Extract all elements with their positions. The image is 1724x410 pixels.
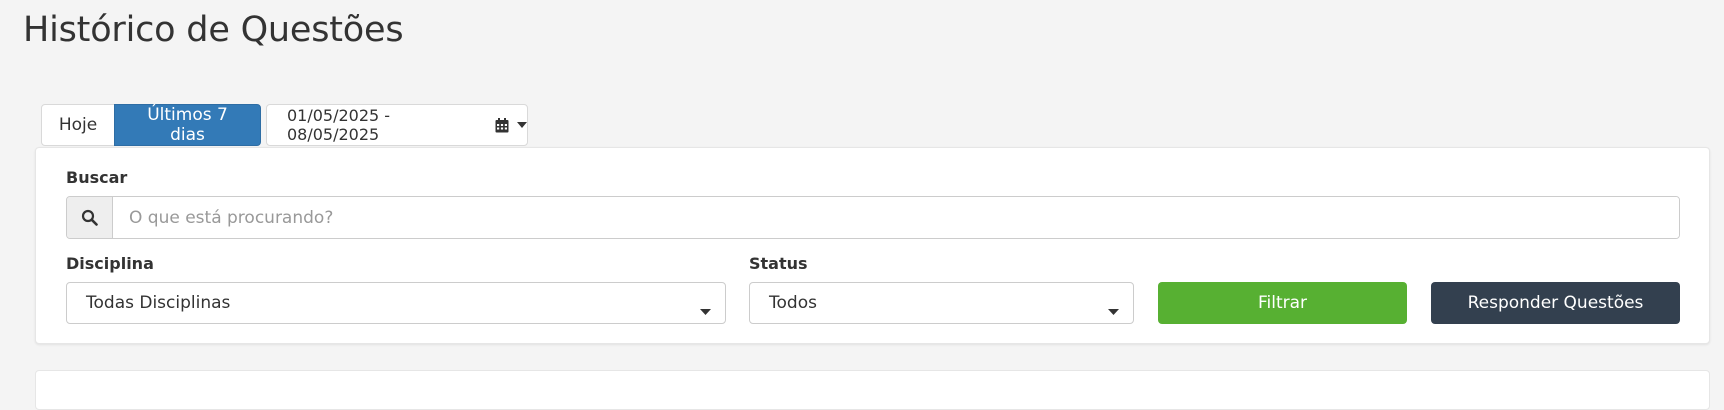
search-input[interactable] [113,197,1679,238]
answer-questions-button[interactable]: Responder Questões [1431,282,1680,324]
date-range-picker[interactable]: 01/05/2025 - 08/05/2025 [266,104,528,146]
last-7-days-button[interactable]: Últimos 7 dias [114,104,261,146]
page-title: Histórico de Questões [23,10,404,50]
today-button[interactable]: Hoje [41,104,115,146]
discipline-value: Todas Disciplinas [86,293,231,313]
dropdown-arrow-icon [700,300,711,320]
search-icon [67,197,113,238]
filter-panel: Buscar Disciplina Todas Disciplinas Stat… [35,147,1710,344]
dropdown-arrow-icon [1108,300,1119,320]
filter-button[interactable]: Filtrar [1158,282,1407,324]
search-field [66,196,1680,239]
discipline-select[interactable]: Todas Disciplinas [66,282,726,324]
calendar-icon [495,117,509,133]
results-panel [35,370,1710,410]
status-select[interactable]: Todos [749,282,1134,324]
date-range-text: 01/05/2025 - 08/05/2025 [287,106,391,144]
discipline-label: Disciplina [66,254,154,273]
date-range-toolbar: Hoje Últimos 7 dias 01/05/2025 - 08/05/2… [41,104,528,146]
caret-down-icon [517,122,527,128]
status-value: Todos [769,293,817,313]
status-label: Status [749,254,808,273]
search-label: Buscar [66,168,128,187]
